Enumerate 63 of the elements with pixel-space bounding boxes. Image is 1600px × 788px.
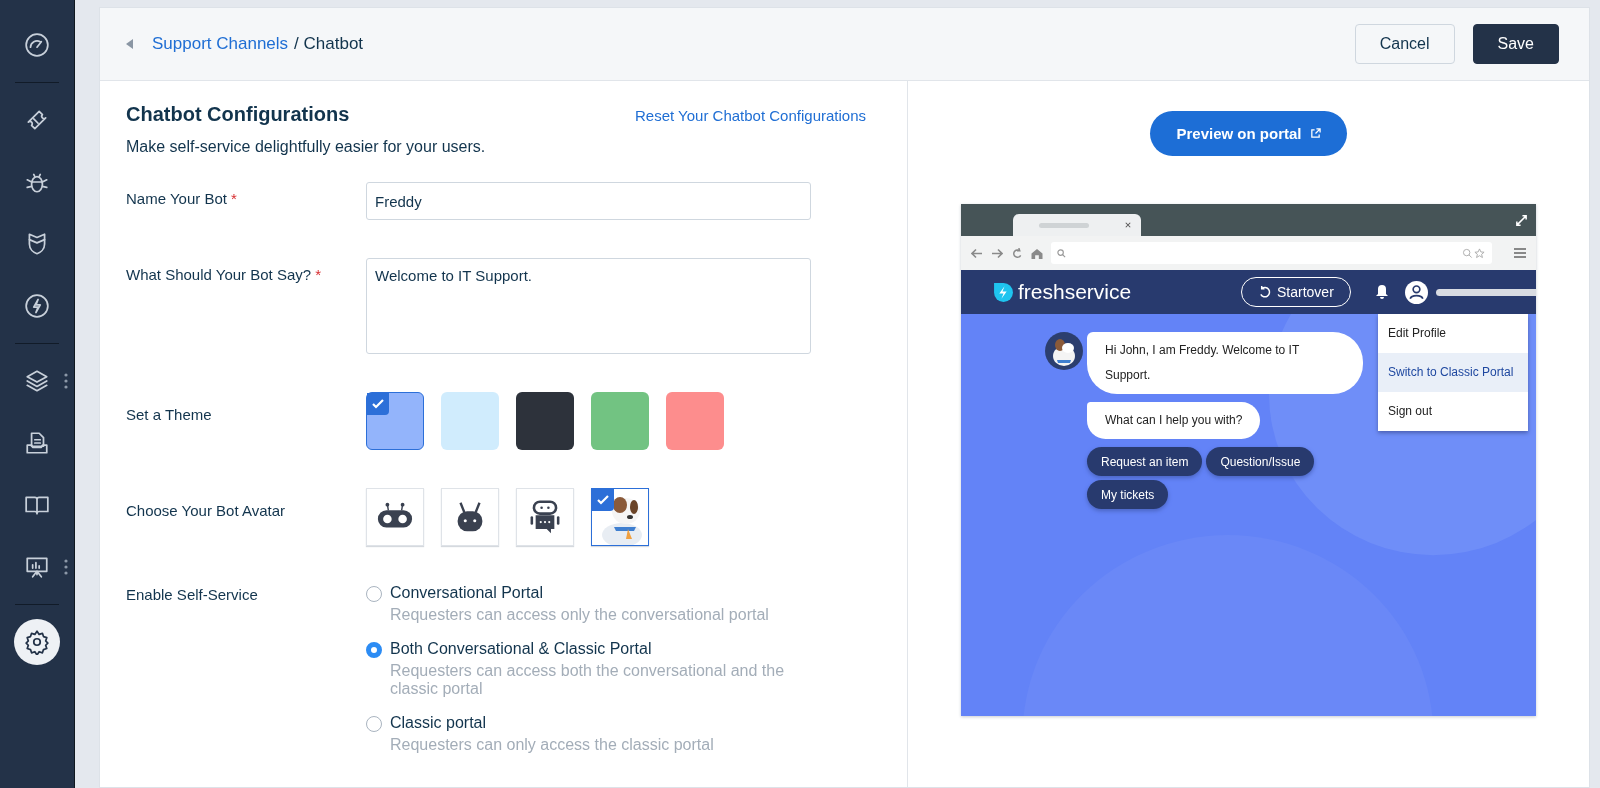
quick-reply-button[interactable]: My tickets	[1087, 480, 1169, 509]
home-icon[interactable]	[1031, 247, 1043, 259]
external-link-icon	[1309, 128, 1321, 139]
section-title: Chatbot Configurations	[126, 103, 350, 126]
more-icon[interactable]	[64, 559, 68, 575]
check-icon	[367, 393, 389, 415]
field-label: Enable Self-Service	[126, 586, 258, 603]
theme-swatch[interactable]	[591, 392, 649, 450]
save-button[interactable]: Save	[1472, 24, 1559, 64]
quick-reply-button[interactable]: Request an item	[1087, 447, 1203, 476]
search-icon	[1057, 248, 1066, 258]
user-avatar-icon[interactable]	[1404, 280, 1428, 304]
check-icon	[592, 489, 614, 511]
settings-button[interactable]	[14, 619, 60, 665]
field-label: Set a Theme	[126, 406, 212, 423]
zoom-star-icons	[1462, 247, 1486, 259]
message-field[interactable]: Welcome to IT Support.	[366, 258, 811, 354]
breadcrumb-current: / Chatbot	[294, 34, 364, 54]
field-label: Name Your Bot *	[126, 190, 237, 207]
menu-item[interactable]: Switch to Classic Portal	[1378, 353, 1528, 392]
theme-swatch[interactable]	[366, 392, 424, 450]
lightning-logo-icon	[993, 281, 1014, 303]
menu-item[interactable]: Edit Profile	[1378, 314, 1528, 353]
reload-icon[interactable]	[1011, 247, 1023, 259]
field-label: What Should Your Bot Say? *	[126, 266, 321, 283]
option-description: Requesters can access only the conversational portal	[390, 606, 770, 624]
cancel-button[interactable]: Cancel	[1354, 24, 1455, 64]
chat-bubble: Hi John, I am Freddy. Welcome to IT Support.	[1087, 332, 1363, 394]
layers-icon	[24, 368, 50, 394]
menu-icon[interactable]	[1514, 248, 1526, 258]
close-icon	[1125, 222, 1131, 228]
forward-icon[interactable]	[991, 247, 1003, 259]
theme-swatch[interactable]	[441, 392, 499, 450]
option-label: Conversational Portal	[390, 584, 544, 602]
presentation-chart-icon	[24, 554, 50, 580]
gauge-icon	[24, 32, 50, 58]
option-label: Both Conversational & Classic Portal	[390, 640, 653, 658]
input-field[interactable]: Freddy	[366, 182, 811, 220]
field-label: Choose Your Bot Avatar	[126, 502, 285, 519]
option-description: Requesters can access both the conversational and the classic portal	[390, 662, 786, 698]
option-description: Requesters can only access the classic portal	[390, 736, 715, 754]
theme-swatch[interactable]	[666, 392, 724, 450]
lightning-icon	[24, 293, 50, 319]
undo-icon	[1258, 285, 1271, 299]
breadcrumb-link[interactable]: Support Channels	[152, 34, 289, 54]
menu-item[interactable]: Sign out	[1378, 392, 1528, 431]
document-tray-icon	[24, 430, 50, 456]
chat-bubble: What can I help you with?	[1087, 402, 1261, 439]
avatar-option[interactable]	[591, 488, 649, 546]
logo-text: freshservice	[1018, 280, 1132, 304]
bell-icon[interactable]	[1374, 284, 1389, 300]
settings-icon	[24, 629, 50, 655]
back-arrow-icon[interactable]	[126, 39, 134, 49]
preview-button[interactable]: Preview on portal	[1150, 111, 1347, 156]
radio-button[interactable]	[366, 642, 382, 658]
section-subtitle: Make self-service delightfully easier for your users.	[126, 138, 487, 156]
quick-reply-button[interactable]: Question/Issue	[1206, 447, 1315, 476]
reset-link[interactable]: Reset Your Chatbot Configurations	[635, 107, 866, 124]
option-label: Classic portal	[390, 714, 488, 732]
more-icon[interactable]	[64, 373, 68, 389]
expand-icon[interactable]	[1515, 213, 1528, 227]
theme-swatch[interactable]	[516, 392, 574, 450]
back-icon[interactable]	[971, 247, 983, 259]
